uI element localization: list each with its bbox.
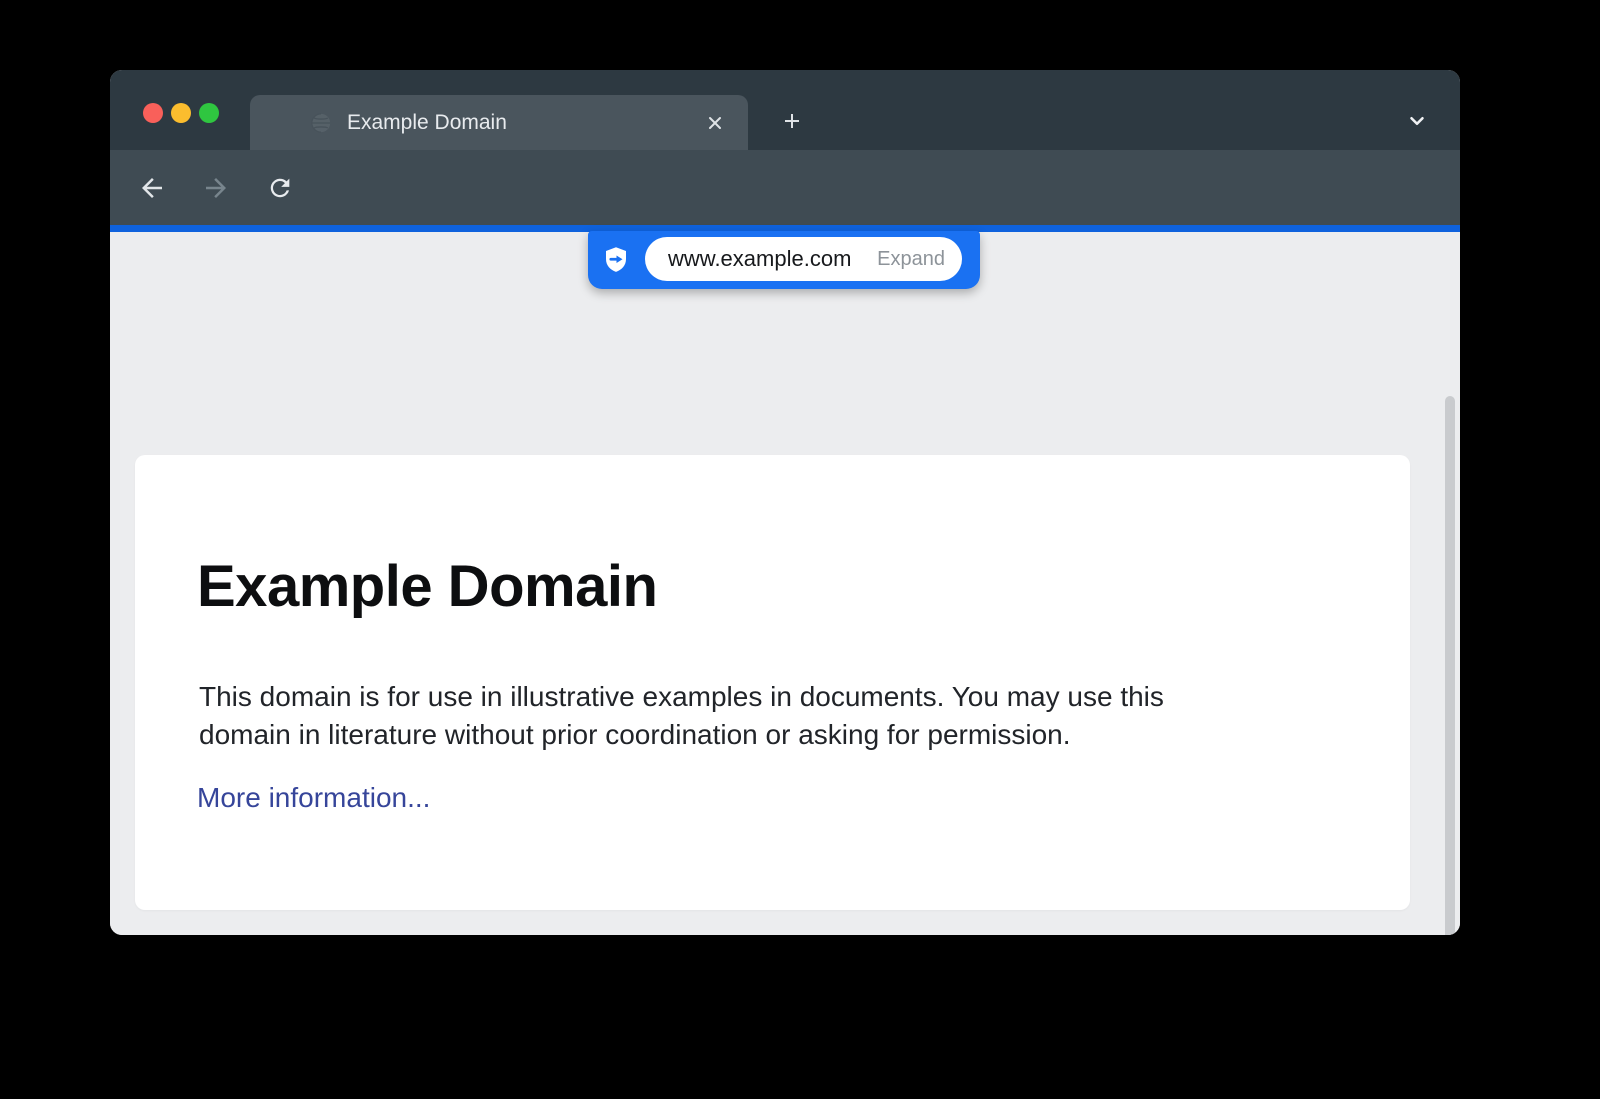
isolation-shield-icon [601,245,631,275]
scrollbar-thumb[interactable] [1445,396,1455,935]
globe-favicon-icon [310,112,332,134]
body-line-1: This domain is for use in illustrative e… [199,678,1164,716]
tab-close-icon[interactable] [700,108,730,138]
tab-title: Example Domain [347,111,700,135]
window-minimize-button[interactable] [171,103,191,123]
expand-button[interactable]: Expand [877,248,945,271]
screen: Example Domain [0,0,1600,1099]
page-title: Example Domain [197,557,657,617]
toolbar: browser-beta.cloudflareaccess.com/... C [110,150,1460,225]
page-viewport: www.example.com Expand Example Domain Th… [110,232,1460,935]
back-button[interactable] [136,172,168,204]
more-information-link[interactable]: More information... [197,782,430,814]
isolated-host: www.example.com [668,246,877,272]
body-line-2: domain in literature without prior coord… [199,716,1164,754]
window-close-button[interactable] [143,103,163,123]
isolated-site-pill[interactable]: www.example.com Expand [645,237,962,281]
tab-strip: Example Domain [110,70,1460,150]
tab-search-chevron-icon[interactable] [1403,108,1431,134]
page-body-text: This domain is for use in illustrative e… [199,678,1164,754]
tab-example-domain[interactable]: Example Domain [250,95,748,150]
forward-button[interactable] [200,172,232,204]
browser-window: Example Domain [110,70,1460,935]
reload-button[interactable] [264,172,296,204]
new-tab-button[interactable] [778,107,806,135]
window-zoom-button[interactable] [199,103,219,123]
example-domain-card: Example Domain This domain is for use in… [135,455,1410,910]
isolation-toolbar: www.example.com Expand [588,231,980,289]
